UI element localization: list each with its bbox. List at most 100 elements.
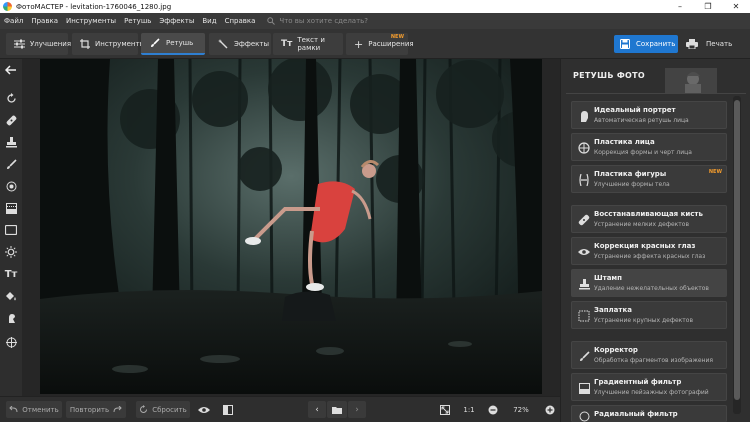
item-title: Корректор xyxy=(594,346,638,354)
printer-icon xyxy=(686,39,698,49)
menu-file[interactable]: Файл xyxy=(0,17,27,25)
app-logo-icon xyxy=(3,2,12,11)
item-subtitle: Устранение мелких дефектов xyxy=(594,221,689,228)
radial-icon xyxy=(577,409,591,422)
item-subtitle: Улучшение пейзажных фотографий xyxy=(594,389,709,396)
panel-item-figure-sculpt[interactable]: Пластика фигуры Улучшение формы тела NEW xyxy=(571,165,727,193)
bandage-icon[interactable] xyxy=(4,113,18,127)
panel-item-stamp[interactable]: Штамп Удаление нежелательных объектов xyxy=(571,269,727,297)
search-icon xyxy=(267,17,276,25)
corrector-brush-icon xyxy=(577,349,591,363)
tab-label: Текст и рамки xyxy=(297,36,325,52)
save-button[interactable]: Сохранить xyxy=(614,35,678,53)
item-subtitle: Удаление нежелательных объектов xyxy=(594,285,709,292)
reset-button[interactable]: Сбросить xyxy=(136,401,190,418)
redo-icon xyxy=(113,406,122,413)
chevron-right-icon: › xyxy=(355,404,359,415)
back-arrow-icon[interactable] xyxy=(4,63,18,77)
undo-icon xyxy=(9,406,18,413)
menu-bar: Файл Правка Инструменты Ретушь Эффекты В… xyxy=(0,13,750,29)
item-title: Пластика фигуры xyxy=(594,170,667,178)
tab-tools[interactable]: Инструменты xyxy=(72,33,145,55)
tab-retouch[interactable]: Ретушь xyxy=(141,33,205,55)
new-badge: NEW xyxy=(390,34,404,40)
fit-screen-icon xyxy=(440,404,450,415)
item-title: Штамп xyxy=(594,274,622,282)
maximize-button[interactable]: ❐ xyxy=(694,0,722,13)
redo-button[interactable]: Повторить xyxy=(66,401,126,418)
forest-photo xyxy=(40,59,542,394)
tab-enhancements[interactable]: Улучшения xyxy=(6,33,71,55)
compare-button[interactable] xyxy=(218,401,238,418)
item-subtitle: Обработка фрагментов изображения xyxy=(594,357,713,364)
item-title: Заплатка xyxy=(594,306,632,314)
panel-item-gradient-filter[interactable]: Градиентный фильтр Улучшение пейзажных ф… xyxy=(571,373,727,401)
light-icon[interactable] xyxy=(4,245,18,259)
tab-extensions[interactable]: + Расширения NEW xyxy=(346,33,414,55)
panel-item-radial-filter[interactable]: Радиальный фильтр xyxy=(571,405,727,422)
print-label: Печать xyxy=(706,40,733,48)
menu-retouch[interactable]: Ретушь xyxy=(120,17,155,25)
menu-tools[interactable]: Инструменты xyxy=(62,17,120,25)
panel-item-face-sculpt[interactable]: Пластика лица Коррекция формы и черт лиц… xyxy=(571,133,727,161)
stamp-icon xyxy=(577,277,591,291)
panel-scrollbar[interactable] xyxy=(733,96,741,414)
panel-item-ideal-portrait[interactable]: Идеальный портрет Автоматическая ретушь … xyxy=(571,101,727,129)
target-icon[interactable] xyxy=(4,179,18,193)
floppy-disk-icon xyxy=(620,39,630,49)
preview-eye-button[interactable] xyxy=(194,401,214,418)
stamp-tool-icon[interactable] xyxy=(4,135,18,149)
plus-icon: + xyxy=(354,37,364,51)
brush-tool-icon[interactable] xyxy=(4,157,18,171)
text-tool-icon[interactable]: Tт xyxy=(4,267,18,281)
zoom-out-button[interactable] xyxy=(485,401,501,418)
frame-icon[interactable] xyxy=(4,223,18,237)
photo-canvas[interactable] xyxy=(40,59,542,394)
crosshair-icon[interactable] xyxy=(4,335,18,349)
next-image-button[interactable]: › xyxy=(348,401,366,418)
zoom-in-button[interactable] xyxy=(542,401,558,418)
reset-label: Сбросить xyxy=(152,405,187,414)
item-title: Идеальный портрет xyxy=(594,106,676,114)
face-icon xyxy=(577,141,591,155)
fit-screen-button[interactable] xyxy=(436,401,454,418)
zoom-level[interactable]: 72% xyxy=(505,403,537,416)
rotate-icon[interactable] xyxy=(4,91,18,105)
panel-item-patch[interactable]: Заплатка Устранение крупных дефектов xyxy=(571,301,727,329)
zoom-1to1-button[interactable]: 1:1 xyxy=(458,401,480,418)
bottom-bar: Отменить Повторить Сбросить ‹ › 1:1 xyxy=(0,396,560,422)
print-button[interactable]: Печать xyxy=(682,35,744,53)
open-folder-button[interactable] xyxy=(327,401,347,418)
panel-item-red-eye[interactable]: Коррекция красных глаз Устранение эффект… xyxy=(571,237,727,265)
item-title: Радиальный фильтр xyxy=(594,410,678,418)
command-search[interactable]: Что вы хотите сделать? xyxy=(267,17,368,25)
menu-view[interactable]: Вид xyxy=(198,17,220,25)
gradient-tool-icon[interactable] xyxy=(4,201,18,215)
tab-label: Ретушь xyxy=(166,39,194,47)
crop-icon xyxy=(80,38,90,50)
sliders-icon xyxy=(14,38,25,50)
patch-icon xyxy=(577,309,591,323)
reset-icon xyxy=(140,405,148,413)
panel-item-healing-brush[interactable]: Восстанавливающая кисть Устранение мелки… xyxy=(571,205,727,233)
minimize-button[interactable]: – xyxy=(666,0,694,13)
tab-effects[interactable]: Эффекты xyxy=(209,33,271,55)
menu-effects[interactable]: Эффекты xyxy=(155,17,198,25)
gradient-icon xyxy=(577,381,591,395)
liquify-icon[interactable] xyxy=(4,311,18,325)
app-window: ФотоМАСТЕР - levitation-1760046_1280.jpg… xyxy=(0,0,750,422)
menu-help[interactable]: Справка xyxy=(221,17,260,25)
prev-image-button[interactable]: ‹ xyxy=(308,401,326,418)
zoom-out-icon xyxy=(488,405,498,414)
tab-text-frames[interactable]: Tт Текст и рамки xyxy=(273,33,343,55)
panel-title: РЕТУШЬ ФОТО xyxy=(573,71,646,80)
menu-edit[interactable]: Правка xyxy=(27,17,62,25)
scrollbar-thumb[interactable] xyxy=(734,100,740,400)
panel-item-corrector[interactable]: Корректор Обработка фрагментов изображен… xyxy=(571,341,727,369)
undo-button[interactable]: Отменить xyxy=(6,401,62,418)
magic-wand-icon xyxy=(217,38,229,50)
compare-icon xyxy=(223,404,233,415)
paint-bucket-icon[interactable] xyxy=(4,289,18,303)
item-subtitle: Устранение эффекта красных глаз xyxy=(594,253,706,260)
close-button[interactable]: ✕ xyxy=(722,0,750,13)
